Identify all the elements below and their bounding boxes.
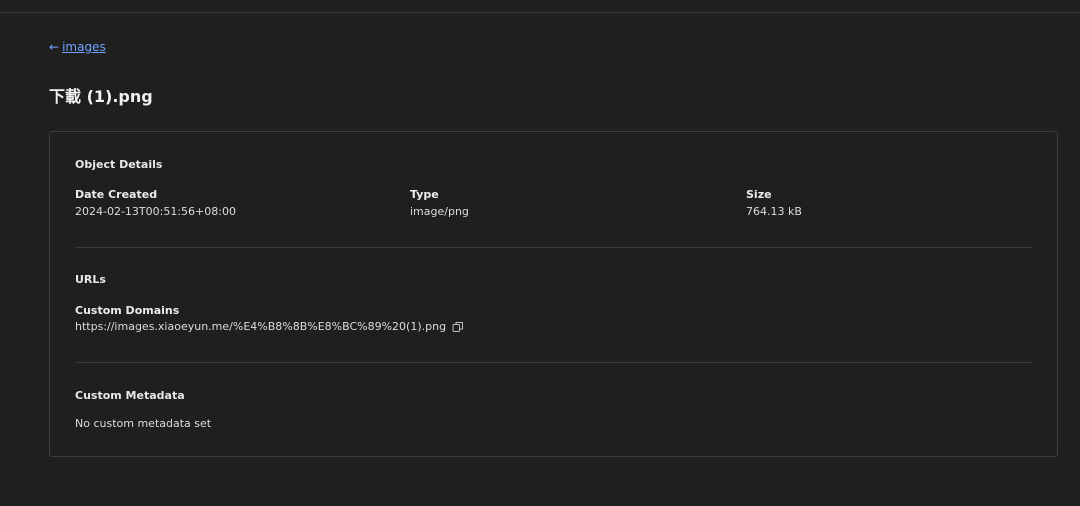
section-divider: [75, 247, 1033, 248]
copy-icon[interactable]: [452, 321, 464, 333]
back-arrow-icon: ←: [49, 40, 60, 54]
size-value: 764.13 kB: [746, 205, 802, 218]
custom-domain-url-row: https://images.xiaoeyun.me/%E4%B8%8B%E8%…: [75, 320, 464, 333]
back-link-label: images: [62, 40, 106, 54]
type-value: image/png: [410, 205, 469, 218]
date-created-value: 2024-02-13T00:51:56+08:00: [75, 205, 236, 218]
custom-domains-label: Custom Domains: [75, 304, 180, 317]
main-content: ← images 下載 (1).png Object Details Date …: [0, 13, 1080, 506]
date-created-label: Date Created: [75, 188, 158, 201]
urls-title: URLs: [75, 273, 106, 286]
back-to-bucket-link[interactable]: ← images: [49, 40, 106, 54]
page-title: 下載 (1).png: [49, 87, 153, 106]
top-bar: [0, 0, 1080, 13]
custom-metadata-title: Custom Metadata: [75, 389, 185, 402]
custom-metadata-empty-text: No custom metadata set: [75, 417, 212, 430]
section-divider: [75, 362, 1033, 363]
type-label: Type: [410, 188, 439, 201]
object-details-title: Object Details: [75, 158, 163, 171]
size-label: Size: [746, 188, 772, 201]
custom-domain-url[interactable]: https://images.xiaoeyun.me/%E4%B8%8B%E8%…: [75, 320, 446, 333]
object-details-card: Object Details Date Created 2024-02-13T0…: [49, 131, 1058, 457]
